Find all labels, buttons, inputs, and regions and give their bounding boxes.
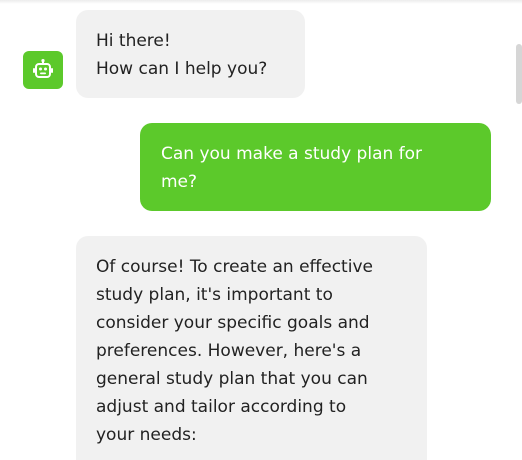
user-message: Can you make a study plan for me? [140, 123, 491, 211]
message-text: How can I help you? [96, 59, 268, 79]
message-text: study plan, it's important to [96, 285, 333, 305]
scrollbar-thumb[interactable] [516, 44, 522, 104]
message-text: Hi there! [96, 31, 171, 51]
message-text: your needs: [96, 425, 197, 445]
bot-avatar [23, 51, 63, 89]
chat-window: Hi there! How can I help you? Can you ma… [0, 0, 522, 460]
message-text: general study plan that you can [96, 369, 368, 389]
message-text: Can you make a study plan for [161, 144, 423, 164]
header-shadow [0, 0, 522, 4]
message-text: consider your specific goals and [96, 313, 370, 333]
message-text: adjust and tailor according to [96, 397, 347, 417]
message-text: Of course! To create an effective [96, 257, 373, 277]
message-text: preferences. However, here's a [96, 341, 362, 361]
message-text: me? [161, 172, 198, 192]
robot-icon [33, 59, 53, 78]
bot-message: Of course! To create an effective study … [76, 236, 427, 460]
bot-message: Hi there! How can I help you? [76, 10, 305, 98]
